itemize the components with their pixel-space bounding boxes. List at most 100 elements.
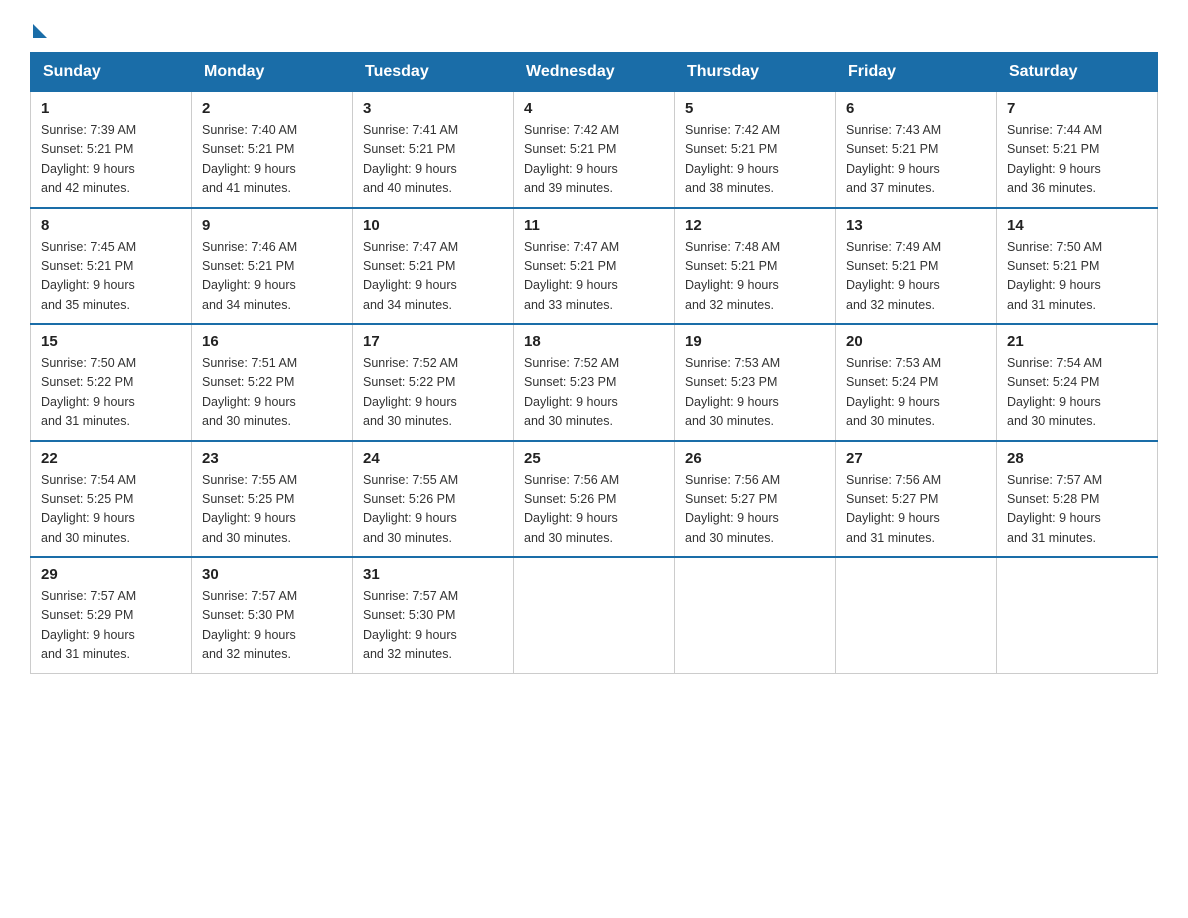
calendar-cell: 9 Sunrise: 7:46 AM Sunset: 5:21 PM Dayli… (192, 208, 353, 325)
calendar-cell: 11 Sunrise: 7:47 AM Sunset: 5:21 PM Dayl… (514, 208, 675, 325)
day-number: 27 (846, 450, 986, 467)
week-row-4: 22 Sunrise: 7:54 AM Sunset: 5:25 PM Dayl… (31, 441, 1158, 558)
calendar-cell: 21 Sunrise: 7:54 AM Sunset: 5:24 PM Dayl… (997, 324, 1158, 441)
calendar-cell: 25 Sunrise: 7:56 AM Sunset: 5:26 PM Dayl… (514, 441, 675, 558)
day-info: Sunrise: 7:57 AM Sunset: 5:30 PM Dayligh… (202, 587, 342, 665)
day-info: Sunrise: 7:40 AM Sunset: 5:21 PM Dayligh… (202, 121, 342, 199)
day-info: Sunrise: 7:51 AM Sunset: 5:22 PM Dayligh… (202, 354, 342, 432)
day-info: Sunrise: 7:54 AM Sunset: 5:24 PM Dayligh… (1007, 354, 1147, 432)
day-number: 12 (685, 217, 825, 234)
calendar-cell: 5 Sunrise: 7:42 AM Sunset: 5:21 PM Dayli… (675, 92, 836, 208)
day-number: 29 (41, 566, 181, 583)
calendar-cell (675, 557, 836, 673)
day-info: Sunrise: 7:44 AM Sunset: 5:21 PM Dayligh… (1007, 121, 1147, 199)
day-number: 17 (363, 333, 503, 350)
day-info: Sunrise: 7:42 AM Sunset: 5:21 PM Dayligh… (524, 121, 664, 199)
day-number: 2 (202, 100, 342, 117)
day-info: Sunrise: 7:57 AM Sunset: 5:30 PM Dayligh… (363, 587, 503, 665)
logo-general (30, 20, 47, 38)
calendar-cell: 10 Sunrise: 7:47 AM Sunset: 5:21 PM Dayl… (353, 208, 514, 325)
header-cell-wednesday: Wednesday (514, 53, 675, 92)
calendar-cell: 27 Sunrise: 7:56 AM Sunset: 5:27 PM Dayl… (836, 441, 997, 558)
calendar-cell (836, 557, 997, 673)
calendar-cell: 13 Sunrise: 7:49 AM Sunset: 5:21 PM Dayl… (836, 208, 997, 325)
day-info: Sunrise: 7:54 AM Sunset: 5:25 PM Dayligh… (41, 471, 181, 549)
week-row-3: 15 Sunrise: 7:50 AM Sunset: 5:22 PM Dayl… (31, 324, 1158, 441)
day-number: 7 (1007, 100, 1147, 117)
day-info: Sunrise: 7:50 AM Sunset: 5:22 PM Dayligh… (41, 354, 181, 432)
day-info: Sunrise: 7:56 AM Sunset: 5:26 PM Dayligh… (524, 471, 664, 549)
calendar-cell: 29 Sunrise: 7:57 AM Sunset: 5:29 PM Dayl… (31, 557, 192, 673)
calendar-cell: 14 Sunrise: 7:50 AM Sunset: 5:21 PM Dayl… (997, 208, 1158, 325)
day-number: 6 (846, 100, 986, 117)
day-info: Sunrise: 7:56 AM Sunset: 5:27 PM Dayligh… (846, 471, 986, 549)
day-info: Sunrise: 7:47 AM Sunset: 5:21 PM Dayligh… (524, 238, 664, 316)
day-info: Sunrise: 7:52 AM Sunset: 5:22 PM Dayligh… (363, 354, 503, 432)
calendar-cell: 17 Sunrise: 7:52 AM Sunset: 5:22 PM Dayl… (353, 324, 514, 441)
day-info: Sunrise: 7:55 AM Sunset: 5:26 PM Dayligh… (363, 471, 503, 549)
day-number: 16 (202, 333, 342, 350)
day-info: Sunrise: 7:42 AM Sunset: 5:21 PM Dayligh… (685, 121, 825, 199)
week-row-5: 29 Sunrise: 7:57 AM Sunset: 5:29 PM Dayl… (31, 557, 1158, 673)
day-number: 15 (41, 333, 181, 350)
header-cell-saturday: Saturday (997, 53, 1158, 92)
day-number: 18 (524, 333, 664, 350)
header-cell-thursday: Thursday (675, 53, 836, 92)
calendar-cell: 30 Sunrise: 7:57 AM Sunset: 5:30 PM Dayl… (192, 557, 353, 673)
calendar-cell: 31 Sunrise: 7:57 AM Sunset: 5:30 PM Dayl… (353, 557, 514, 673)
day-info: Sunrise: 7:52 AM Sunset: 5:23 PM Dayligh… (524, 354, 664, 432)
day-number: 31 (363, 566, 503, 583)
day-info: Sunrise: 7:48 AM Sunset: 5:21 PM Dayligh… (685, 238, 825, 316)
calendar-cell: 12 Sunrise: 7:48 AM Sunset: 5:21 PM Dayl… (675, 208, 836, 325)
day-info: Sunrise: 7:50 AM Sunset: 5:21 PM Dayligh… (1007, 238, 1147, 316)
calendar-cell: 16 Sunrise: 7:51 AM Sunset: 5:22 PM Dayl… (192, 324, 353, 441)
day-number: 14 (1007, 217, 1147, 234)
header-cell-monday: Monday (192, 53, 353, 92)
header-cell-friday: Friday (836, 53, 997, 92)
day-info: Sunrise: 7:57 AM Sunset: 5:29 PM Dayligh… (41, 587, 181, 665)
calendar-cell: 1 Sunrise: 7:39 AM Sunset: 5:21 PM Dayli… (31, 92, 192, 208)
day-number: 13 (846, 217, 986, 234)
day-info: Sunrise: 7:45 AM Sunset: 5:21 PM Dayligh… (41, 238, 181, 316)
day-number: 20 (846, 333, 986, 350)
calendar-cell: 20 Sunrise: 7:53 AM Sunset: 5:24 PM Dayl… (836, 324, 997, 441)
day-number: 9 (202, 217, 342, 234)
day-info: Sunrise: 7:43 AM Sunset: 5:21 PM Dayligh… (846, 121, 986, 199)
calendar-cell: 2 Sunrise: 7:40 AM Sunset: 5:21 PM Dayli… (192, 92, 353, 208)
day-info: Sunrise: 7:57 AM Sunset: 5:28 PM Dayligh… (1007, 471, 1147, 549)
header-cell-tuesday: Tuesday (353, 53, 514, 92)
day-number: 10 (363, 217, 503, 234)
calendar-cell: 18 Sunrise: 7:52 AM Sunset: 5:23 PM Dayl… (514, 324, 675, 441)
calendar-cell: 22 Sunrise: 7:54 AM Sunset: 5:25 PM Dayl… (31, 441, 192, 558)
day-info: Sunrise: 7:56 AM Sunset: 5:27 PM Dayligh… (685, 471, 825, 549)
day-info: Sunrise: 7:55 AM Sunset: 5:25 PM Dayligh… (202, 471, 342, 549)
day-number: 8 (41, 217, 181, 234)
day-info: Sunrise: 7:41 AM Sunset: 5:21 PM Dayligh… (363, 121, 503, 199)
day-info: Sunrise: 7:53 AM Sunset: 5:23 PM Dayligh… (685, 354, 825, 432)
header-row: SundayMondayTuesdayWednesdayThursdayFrid… (31, 53, 1158, 92)
week-row-2: 8 Sunrise: 7:45 AM Sunset: 5:21 PM Dayli… (31, 208, 1158, 325)
calendar-cell: 4 Sunrise: 7:42 AM Sunset: 5:21 PM Dayli… (514, 92, 675, 208)
day-info: Sunrise: 7:46 AM Sunset: 5:21 PM Dayligh… (202, 238, 342, 316)
day-info: Sunrise: 7:49 AM Sunset: 5:21 PM Dayligh… (846, 238, 986, 316)
logo (30, 20, 47, 34)
calendar-cell: 15 Sunrise: 7:50 AM Sunset: 5:22 PM Dayl… (31, 324, 192, 441)
calendar-cell: 8 Sunrise: 7:45 AM Sunset: 5:21 PM Dayli… (31, 208, 192, 325)
header-cell-sunday: Sunday (31, 53, 192, 92)
calendar-cell: 19 Sunrise: 7:53 AM Sunset: 5:23 PM Dayl… (675, 324, 836, 441)
calendar-cell: 24 Sunrise: 7:55 AM Sunset: 5:26 PM Dayl… (353, 441, 514, 558)
day-number: 1 (41, 100, 181, 117)
day-number: 4 (524, 100, 664, 117)
day-number: 3 (363, 100, 503, 117)
page-header (30, 20, 1158, 34)
day-info: Sunrise: 7:47 AM Sunset: 5:21 PM Dayligh… (363, 238, 503, 316)
calendar-cell (514, 557, 675, 673)
day-number: 23 (202, 450, 342, 467)
calendar-cell: 7 Sunrise: 7:44 AM Sunset: 5:21 PM Dayli… (997, 92, 1158, 208)
calendar-cell: 28 Sunrise: 7:57 AM Sunset: 5:28 PM Dayl… (997, 441, 1158, 558)
day-number: 25 (524, 450, 664, 467)
day-number: 30 (202, 566, 342, 583)
day-number: 21 (1007, 333, 1147, 350)
week-row-1: 1 Sunrise: 7:39 AM Sunset: 5:21 PM Dayli… (31, 92, 1158, 208)
day-number: 26 (685, 450, 825, 467)
